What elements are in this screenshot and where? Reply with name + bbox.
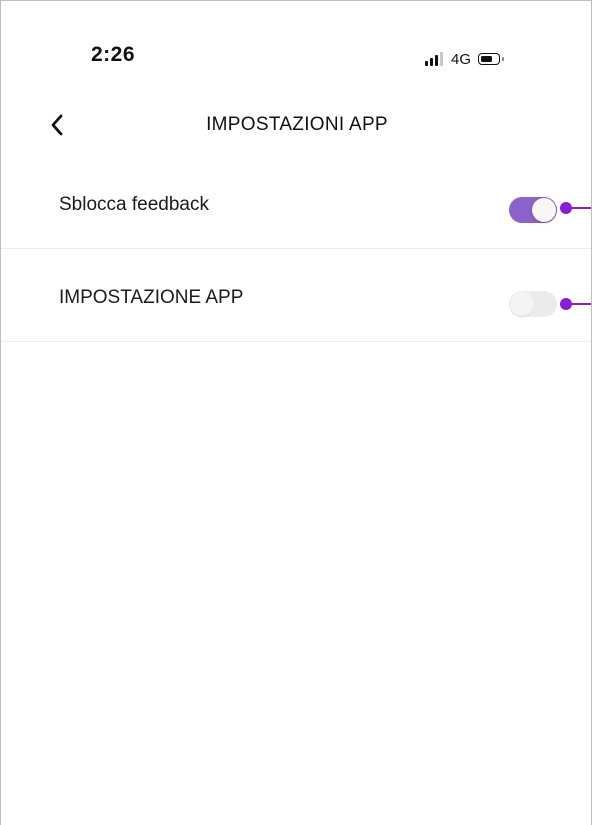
setting-row-impostazione-app: IMPOSTAZIONE APP bbox=[1, 249, 591, 342]
toggle-knob bbox=[510, 292, 534, 316]
navigation-bar: IMPOSTAZIONI APP bbox=[1, 101, 591, 151]
status-time: 2:26 bbox=[91, 43, 136, 66]
sblocca-feedback-toggle[interactable] bbox=[509, 197, 557, 223]
impostazione-app-toggle[interactable] bbox=[509, 291, 557, 317]
setting-label: Sblocca feedback bbox=[59, 194, 209, 215]
annotation-line bbox=[569, 207, 591, 209]
signal-bars-icon bbox=[425, 52, 445, 66]
battery-icon bbox=[478, 53, 501, 65]
annotation-line bbox=[569, 303, 591, 305]
app-screen: 2:26 4G IMPOSTAZIONI APP Sblocca feedbac… bbox=[0, 0, 592, 825]
annotation-dot bbox=[560, 202, 572, 214]
page-title: IMPOSTAZIONI APP bbox=[206, 114, 388, 135]
status-indicators: 4G bbox=[425, 50, 505, 68]
setting-row-sblocca-feedback: Sblocca feedback bbox=[1, 156, 591, 249]
status-bar: 2:26 4G bbox=[1, 1, 591, 96]
settings-list: Sblocca feedback IMPOSTAZIONE APP bbox=[1, 156, 591, 342]
toggle-knob bbox=[532, 198, 556, 222]
setting-label: IMPOSTAZIONE APP bbox=[59, 287, 244, 308]
annotation-dot bbox=[560, 298, 572, 310]
battery-tip bbox=[502, 57, 505, 61]
network-label: 4G bbox=[451, 50, 472, 68]
